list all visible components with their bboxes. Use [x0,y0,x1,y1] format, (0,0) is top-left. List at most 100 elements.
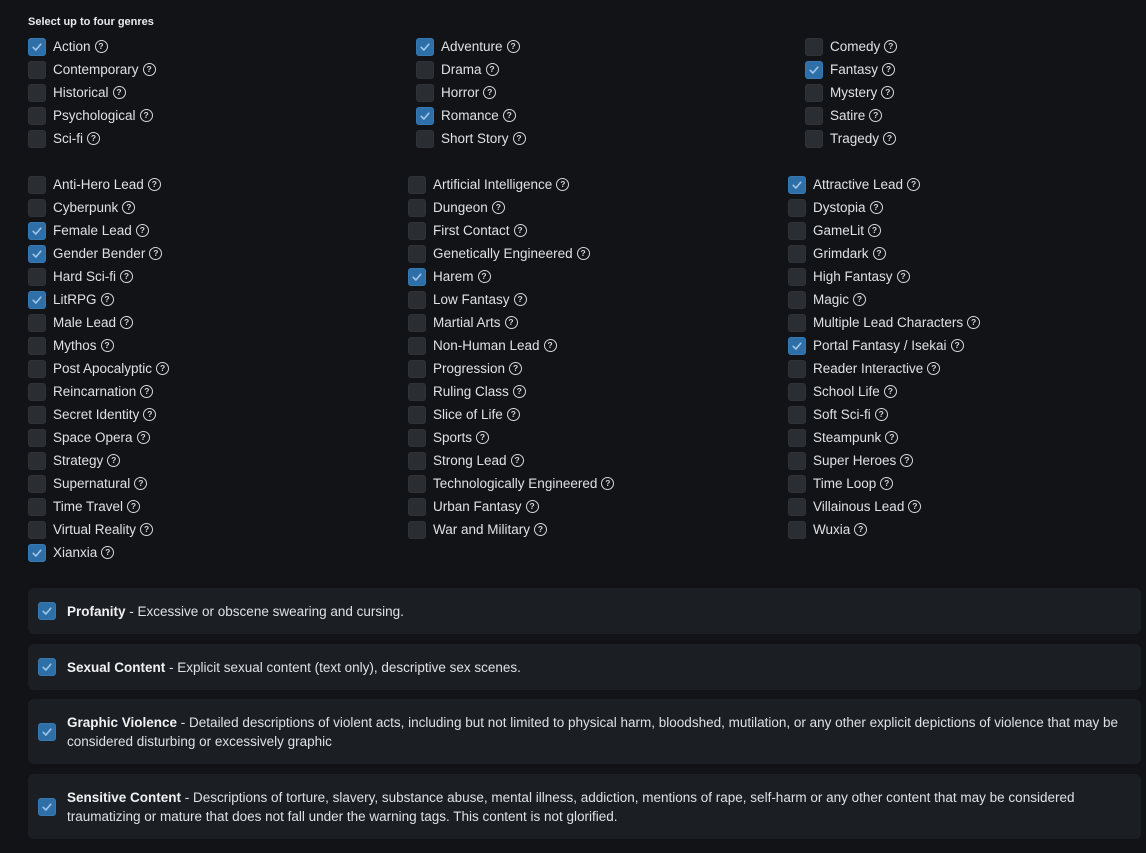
checkbox-checked[interactable] [788,336,806,355]
checkbox-unchecked[interactable] [408,428,426,447]
checkbox-unchecked[interactable] [788,474,806,493]
tag-option-xianxia[interactable]: Xianxia? [28,541,115,564]
tag-option-school-life[interactable]: School Life? [788,380,897,403]
checkbox-checked[interactable] [416,37,434,56]
tag-option-super-heroes[interactable]: Super Heroes? [788,449,914,472]
tag-option-slice-of-life[interactable]: Slice of Life? [408,403,520,426]
help-icon[interactable]: ? [502,109,516,122]
genre-option-psychological[interactable]: Psychological? [28,104,153,127]
help-icon[interactable]: ? [156,362,170,375]
tag-option-progression[interactable]: Progression? [408,357,523,380]
genre-option-horror[interactable]: Horror? [416,81,497,104]
checkbox-checked[interactable] [28,37,46,56]
checkbox-unchecked[interactable] [28,83,46,102]
checkbox-unchecked[interactable] [416,129,434,148]
tag-option-anti-hero-lead[interactable]: Anti-Hero Lead? [28,173,161,196]
tag-option-litrpg[interactable]: LitRPG? [28,288,114,311]
help-icon[interactable]: ? [477,270,491,283]
help-icon[interactable]: ? [107,454,121,467]
checkbox-checked[interactable] [38,722,56,741]
checkbox-checked[interactable] [38,602,56,620]
checkbox-unchecked[interactable] [28,520,46,539]
help-icon[interactable]: ? [100,293,114,306]
tag-option-time-loop[interactable]: Time Loop? [788,472,894,495]
help-icon[interactable]: ? [868,224,882,237]
checkbox-unchecked[interactable] [408,382,426,401]
checkbox-unchecked[interactable] [788,359,806,378]
checkbox-unchecked[interactable] [805,106,823,125]
help-icon[interactable]: ? [509,362,523,375]
checkbox-unchecked[interactable] [805,37,823,56]
genre-option-comedy[interactable]: Comedy? [805,35,898,58]
help-icon[interactable]: ? [525,500,539,513]
checkbox-unchecked[interactable] [28,60,46,79]
help-icon[interactable]: ? [927,362,941,375]
tag-option-low-fantasy[interactable]: Low Fantasy? [408,288,527,311]
help-icon[interactable]: ? [908,500,922,513]
genre-option-romance[interactable]: Romance? [416,104,516,127]
tag-option-female-lead[interactable]: Female Lead? [28,219,149,242]
help-icon[interactable]: ? [147,178,161,191]
help-icon[interactable]: ? [882,63,896,76]
tag-option-post-apocalyptic[interactable]: Post Apocalyptic? [28,357,170,380]
help-icon[interactable]: ? [143,408,157,421]
checkbox-unchecked[interactable] [408,336,426,355]
help-icon[interactable]: ? [100,339,114,352]
checkbox-unchecked[interactable] [28,359,46,378]
checkbox-unchecked[interactable] [28,313,46,332]
checkbox-unchecked[interactable] [408,520,426,539]
checkbox-checked[interactable] [805,60,823,79]
tag-option-male-lead[interactable]: Male Lead? [28,311,134,334]
help-icon[interactable]: ? [885,431,899,444]
checkbox-unchecked[interactable] [805,129,823,148]
help-icon[interactable]: ? [880,477,894,490]
warning-graphic-violence[interactable]: Graphic Violence - Detailed descriptions… [28,699,1141,764]
checkbox-checked[interactable] [788,175,806,194]
help-icon[interactable]: ? [883,385,897,398]
tag-option-supernatural[interactable]: Supernatural? [28,472,148,495]
help-icon[interactable]: ? [149,247,163,260]
help-icon[interactable]: ? [506,408,520,421]
help-icon[interactable]: ? [112,86,126,99]
help-icon[interactable]: ? [120,270,134,283]
help-icon[interactable]: ? [101,546,115,559]
genre-option-satire[interactable]: Satire? [805,104,883,127]
checkbox-checked[interactable] [38,658,56,676]
tag-option-technologically-engineered[interactable]: Technologically Engineered? [408,472,615,495]
tag-option-cyberpunk[interactable]: Cyberpunk? [28,196,136,219]
checkbox-unchecked[interactable] [416,83,434,102]
checkbox-unchecked[interactable] [805,83,823,102]
checkbox-unchecked[interactable] [408,451,426,470]
checkbox-unchecked[interactable] [28,451,46,470]
checkbox-unchecked[interactable] [788,267,806,286]
tag-option-soft-sci-fi[interactable]: Soft Sci-fi? [788,403,888,426]
checkbox-unchecked[interactable] [28,175,46,194]
tag-option-time-travel[interactable]: Time Travel? [28,495,141,518]
help-icon[interactable]: ? [135,224,149,237]
tag-option-attractive-lead[interactable]: Attractive Lead? [788,173,921,196]
help-icon[interactable]: ? [854,523,868,536]
help-icon[interactable]: ? [883,132,897,145]
genre-option-adventure[interactable]: Adventure? [416,35,520,58]
checkbox-unchecked[interactable] [788,428,806,447]
genre-option-drama[interactable]: Drama? [416,58,499,81]
help-icon[interactable]: ? [491,201,505,214]
checkbox-unchecked[interactable] [416,60,434,79]
tag-option-hard-sci-fi[interactable]: Hard Sci-fi? [28,265,134,288]
tag-option-war-and-military[interactable]: War and Military? [408,518,548,541]
genre-option-sci-fi[interactable]: Sci-fi? [28,127,100,150]
tag-option-martial-arts[interactable]: Martial Arts? [408,311,518,334]
tag-option-strategy[interactable]: Strategy? [28,449,121,472]
checkbox-unchecked[interactable] [408,244,426,263]
checkbox-unchecked[interactable] [28,474,46,493]
tag-option-high-fantasy[interactable]: High Fantasy? [788,265,910,288]
checkbox-unchecked[interactable] [408,198,426,217]
help-icon[interactable]: ? [120,316,134,329]
tag-option-gender-bender[interactable]: Gender Bender? [28,242,163,265]
tag-option-space-opera[interactable]: Space Opera? [28,426,150,449]
help-icon[interactable]: ? [513,293,527,306]
help-icon[interactable]: ? [512,132,526,145]
help-icon[interactable]: ? [874,408,888,421]
tag-option-secret-identity[interactable]: Secret Identity? [28,403,157,426]
help-icon[interactable]: ? [853,293,867,306]
